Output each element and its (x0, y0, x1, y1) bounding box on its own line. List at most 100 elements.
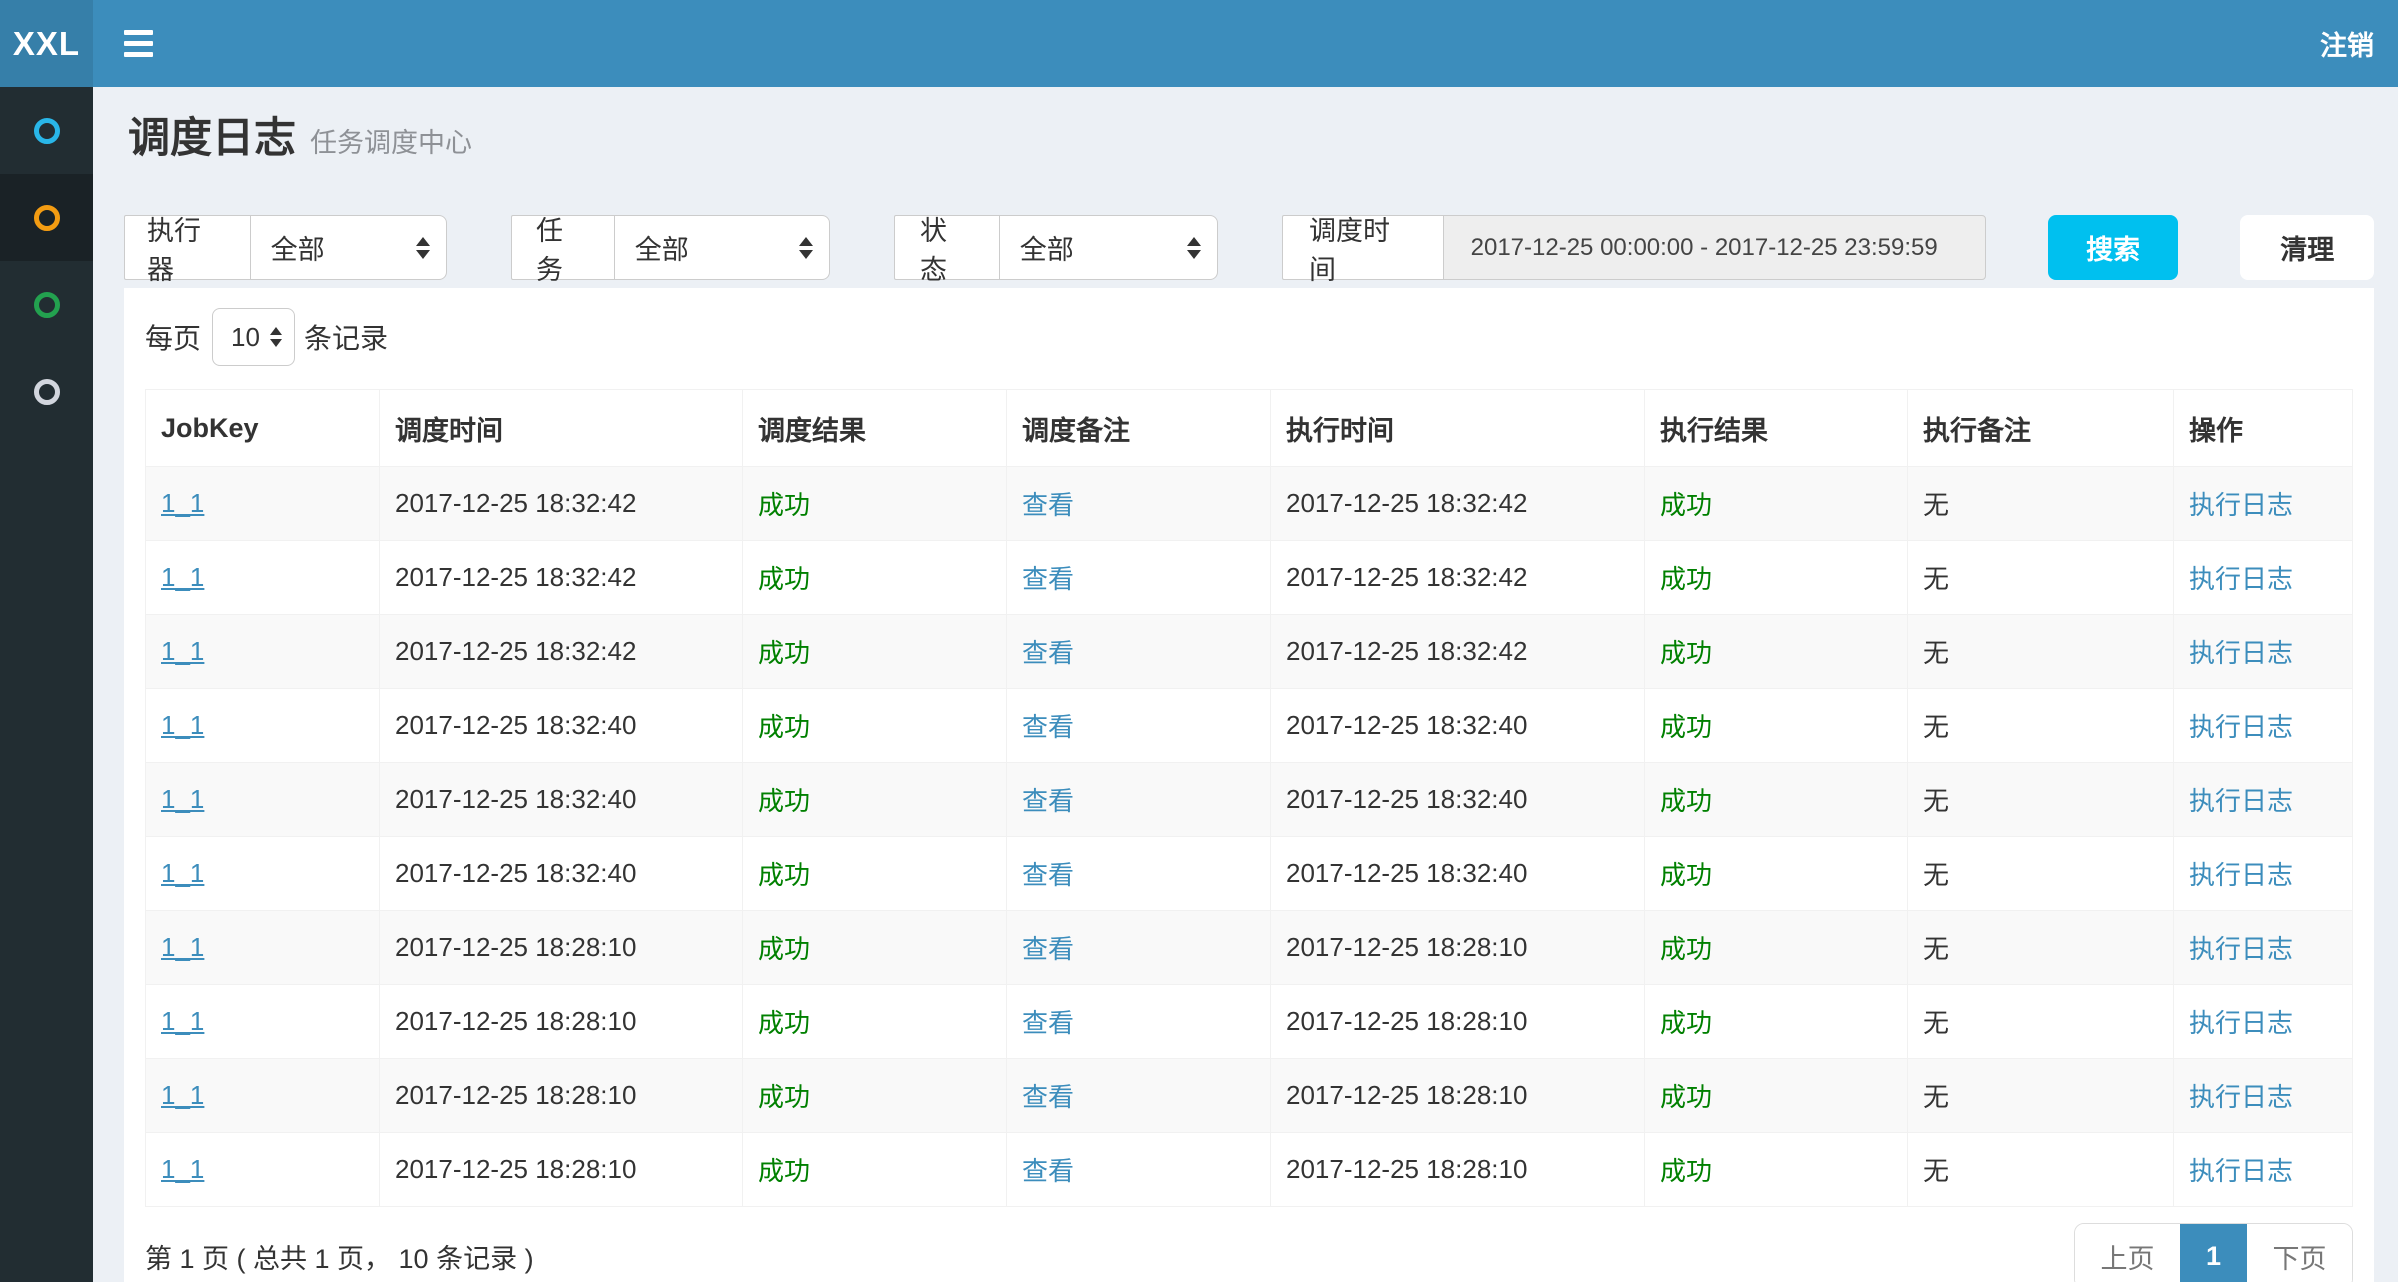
table-row: 1_1 2017-12-25 18:28:10 成功 查看 2017-12-25… (146, 985, 2353, 1059)
circle-o-icon (34, 292, 60, 318)
handle-msg-cell: 无 (1908, 911, 2174, 985)
exec-log-link[interactable]: 执行日志 (2189, 564, 2293, 594)
status-select-value: 全部 (1020, 228, 1074, 267)
status-label: 状态 (894, 215, 999, 280)
handle-result-cell: 成功 (1645, 985, 1908, 1059)
exec-log-link[interactable]: 执行日志 (2189, 860, 2293, 890)
clear-button[interactable]: 清理 (2240, 215, 2374, 280)
trigger-time-cell: 2017-12-25 18:28:10 (380, 911, 743, 985)
exec-log-link[interactable]: 执行日志 (2189, 490, 2293, 520)
trigger-msg-link[interactable]: 查看 (1022, 1082, 1074, 1112)
exec-log-link[interactable]: 执行日志 (2189, 712, 2293, 742)
col-trigger-time: 调度时间 (380, 390, 743, 467)
circle-o-icon (34, 118, 60, 144)
top-navbar: XXL 注销 (0, 0, 2398, 87)
jobkey-link[interactable]: 1_1 (161, 636, 204, 666)
exec-log-link[interactable]: 执行日志 (2189, 1008, 2293, 1038)
filter-toolbar: 执行器 全部 任务 全部 状态 (124, 215, 2374, 280)
sidebar-item-item-3[interactable] (0, 261, 93, 348)
trigger-result-cell: 成功 (743, 615, 1007, 689)
table-row: 1_1 2017-12-25 18:28:10 成功 查看 2017-12-25… (146, 1059, 2353, 1133)
handle-msg-cell: 无 (1908, 467, 2174, 541)
handle-time-cell: 2017-12-25 18:28:10 (1271, 985, 1645, 1059)
handle-time-cell: 2017-12-25 18:32:42 (1271, 615, 1645, 689)
handle-msg-cell: 无 (1908, 1059, 2174, 1133)
jobkey-link[interactable]: 1_1 (161, 562, 204, 592)
jobkey-link[interactable]: 1_1 (161, 1006, 204, 1036)
trigger-msg-link[interactable]: 查看 (1022, 1156, 1074, 1186)
trigger-time-cell: 2017-12-25 18:28:10 (380, 1133, 743, 1207)
trigger-time-filter-group: 调度时间 2017-12-25 00:00:00 - 2017-12-25 23… (1282, 215, 1986, 280)
trigger-result-cell: 成功 (743, 985, 1007, 1059)
trigger-msg-link[interactable]: 查看 (1022, 638, 1074, 668)
prev-page-button[interactable]: 上页 (2075, 1224, 2180, 1282)
page-header: 调度日志任务调度中心 (128, 112, 2374, 174)
page-subtitle: 任务调度中心 (310, 128, 472, 158)
jobkey-link[interactable]: 1_1 (161, 1080, 204, 1110)
page-info: 第 1 页 ( 总共 1 页， 10 条记录 ) (145, 1237, 534, 1276)
jobkey-link[interactable]: 1_1 (161, 1154, 204, 1184)
log-box: 每页 10 条记录 JobKey 调度时间 (124, 288, 2374, 1282)
trigger-msg-link[interactable]: 查看 (1022, 786, 1074, 816)
sidebar-item-item-2[interactable] (0, 174, 93, 261)
exec-log-link[interactable]: 执行日志 (2189, 786, 2293, 816)
job-label: 任务 (511, 215, 614, 280)
page-size-control: 每页 10 条记录 (145, 308, 2353, 366)
trigger-result-cell: 成功 (743, 1059, 1007, 1133)
handle-msg-cell: 无 (1908, 1133, 2174, 1207)
sidebar-item-item-1[interactable] (0, 87, 93, 174)
jobkey-link[interactable]: 1_1 (161, 488, 204, 518)
trigger-msg-link[interactable]: 查看 (1022, 564, 1074, 594)
jobkey-link[interactable]: 1_1 (161, 858, 204, 888)
app-logo[interactable]: XXL (0, 0, 93, 87)
table-row: 1_1 2017-12-25 18:28:10 成功 查看 2017-12-25… (146, 1133, 2353, 1207)
trigger-time-cell: 2017-12-25 18:32:42 (380, 541, 743, 615)
executor-select[interactable]: 全部 (250, 215, 447, 280)
table-row: 1_1 2017-12-25 18:32:42 成功 查看 2017-12-25… (146, 541, 2353, 615)
trigger-result-cell: 成功 (743, 689, 1007, 763)
job-filter-group: 任务 全部 (511, 215, 830, 280)
trigger-time-cell: 2017-12-25 18:28:10 (380, 985, 743, 1059)
current-page-button[interactable]: 1 (2180, 1224, 2247, 1282)
trigger-msg-link[interactable]: 查看 (1022, 1008, 1074, 1038)
trigger-time-range-input[interactable]: 2017-12-25 00:00:00 - 2017-12-25 23:59:5… (1443, 215, 1986, 280)
handle-result-cell: 成功 (1645, 763, 1908, 837)
next-page-button[interactable]: 下页 (2247, 1224, 2352, 1282)
sidebar-item-item-4[interactable] (0, 348, 93, 435)
jobkey-link[interactable]: 1_1 (161, 932, 204, 962)
status-select[interactable]: 全部 (999, 215, 1218, 280)
trigger-msg-link[interactable]: 查看 (1022, 860, 1074, 890)
executor-select-value: 全部 (271, 228, 325, 267)
exec-log-link[interactable]: 执行日志 (2189, 934, 2293, 964)
handle-result-cell: 成功 (1645, 467, 1908, 541)
exec-log-link[interactable]: 执行日志 (2189, 1082, 2293, 1112)
jobkey-link[interactable]: 1_1 (161, 710, 204, 740)
search-button[interactable]: 搜索 (2048, 215, 2179, 280)
col-jobkey: JobKey (146, 390, 380, 467)
page-size-select[interactable]: 10 (212, 308, 295, 366)
job-select-value: 全部 (635, 228, 689, 267)
logout-link[interactable]: 注销 (2320, 24, 2374, 63)
table-row: 1_1 2017-12-25 18:32:40 成功 查看 2017-12-25… (146, 689, 2353, 763)
handle-msg-cell: 无 (1908, 837, 2174, 911)
handle-result-cell: 成功 (1645, 1059, 1908, 1133)
exec-log-link[interactable]: 执行日志 (2189, 1156, 2293, 1186)
trigger-msg-link[interactable]: 查看 (1022, 934, 1074, 964)
trigger-msg-link[interactable]: 查看 (1022, 490, 1074, 520)
trigger-msg-link[interactable]: 查看 (1022, 712, 1074, 742)
handle-result-cell: 成功 (1645, 911, 1908, 985)
handle-result-cell: 成功 (1645, 541, 1908, 615)
job-select[interactable]: 全部 (614, 215, 830, 280)
exec-log-link[interactable]: 执行日志 (2189, 638, 2293, 668)
handle-result-cell: 成功 (1645, 689, 1908, 763)
sidebar-toggle-icon[interactable] (124, 30, 153, 57)
trigger-result-cell: 成功 (743, 763, 1007, 837)
jobkey-link[interactable]: 1_1 (161, 784, 204, 814)
log-table: JobKey 调度时间 调度结果 调度备注 执行时间 执行结果 执行备注 操作 … (145, 389, 2353, 1207)
circle-o-icon (34, 205, 60, 231)
trigger-result-cell: 成功 (743, 837, 1007, 911)
trigger-time-cell: 2017-12-25 18:32:40 (380, 763, 743, 837)
pagination: 上页 1 下页 (2074, 1223, 2353, 1282)
handle-time-cell: 2017-12-25 18:28:10 (1271, 1059, 1645, 1133)
col-handle-msg: 执行备注 (1908, 390, 2174, 467)
